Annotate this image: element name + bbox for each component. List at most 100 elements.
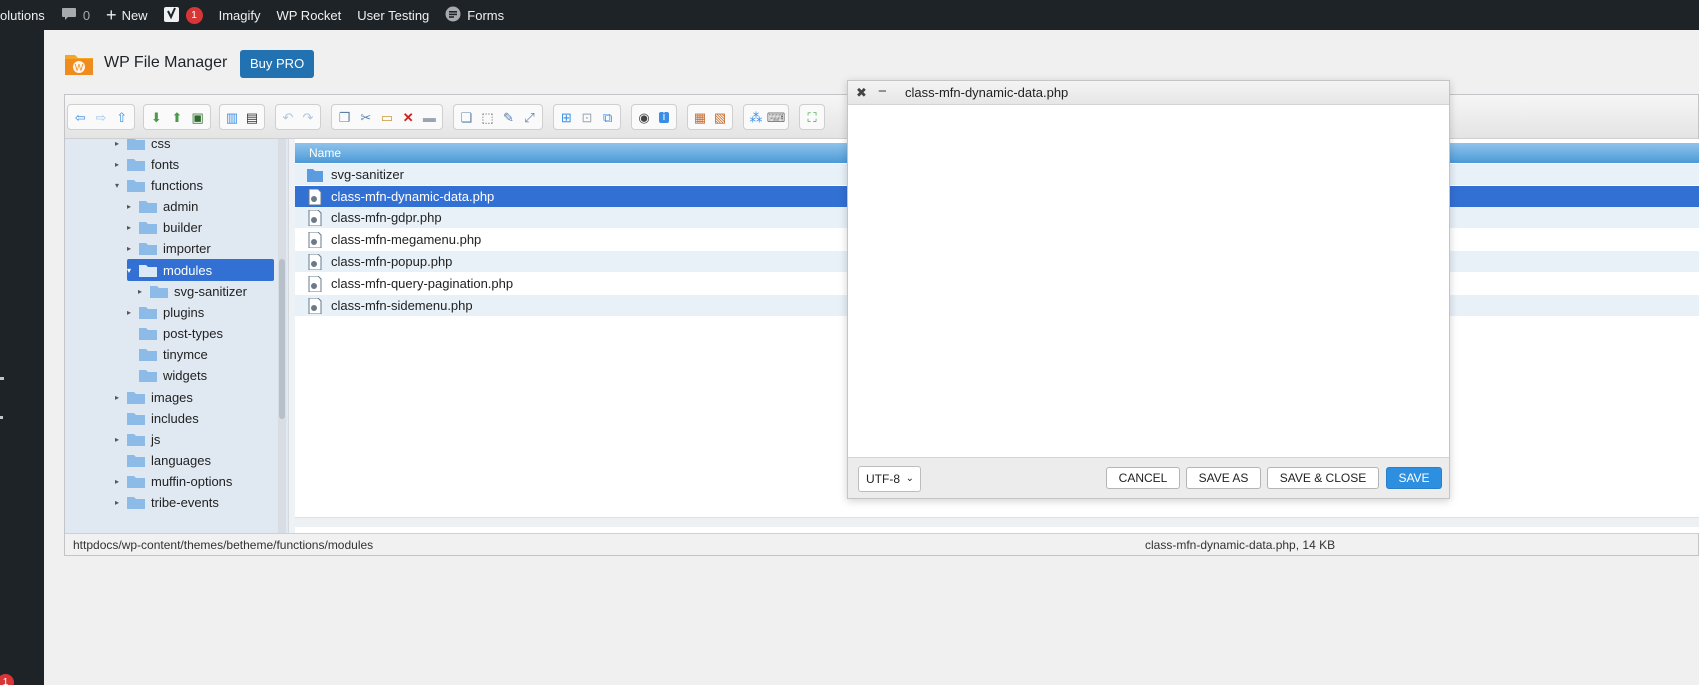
undo-icon[interactable]: ↶ [278, 106, 298, 128]
resize-icon[interactable]: ⤢ [519, 106, 540, 128]
duplicate-icon[interactable]: ❏ [456, 106, 477, 128]
redo-icon[interactable]: ↷ [298, 106, 318, 128]
tree-item[interactable]: ▾ functions [115, 174, 203, 196]
tree-item[interactable]: ▸ muffin-options [115, 470, 232, 492]
help-icon[interactable]: ⌨ [766, 106, 786, 128]
toolbar-file-group: ⬇ ⬆ ▣ [143, 104, 211, 130]
cancel-button[interactable]: CANCEL [1106, 467, 1180, 489]
encoding-select[interactable]: UTF-8 ⌄ [858, 466, 921, 492]
comments-link[interactable]: 0 [53, 0, 98, 30]
buy-pro-button[interactable]: Buy PRO [240, 50, 315, 78]
tiles-icon[interactable]: ⧉ [597, 106, 618, 128]
code-editor[interactable] [848, 105, 1449, 457]
horizontal-scrollbar[interactable] [295, 517, 1699, 527]
forward-icon[interactable]: ⇨ [91, 106, 112, 128]
fullscreen-icon[interactable]: ⛶ [802, 106, 822, 128]
tree-item[interactable]: post-types [127, 322, 223, 344]
small-grid-icon[interactable]: ⊡ [577, 106, 598, 128]
tree-item[interactable]: ▸ plugins [127, 301, 204, 323]
grid-view-icon[interactable]: ⊞ [556, 106, 577, 128]
comment-icon [61, 7, 77, 24]
download-icon[interactable]: ⬇ [146, 106, 167, 128]
info-icon[interactable]: i [654, 106, 674, 128]
select-icon[interactable]: ⬚ [477, 106, 498, 128]
minimize-icon[interactable]: − [878, 83, 887, 100]
tree-scrollbar-thumb[interactable] [279, 259, 285, 419]
folder-icon [127, 413, 145, 425]
empty-icon[interactable]: ▬ [419, 106, 440, 128]
toolbar-nav-group: ⇦ ⇨ ⇧ [67, 104, 135, 130]
tree-item[interactable]: ▸ js [115, 428, 160, 450]
extract-icon[interactable]: ▧ [710, 106, 730, 128]
save-file-icon[interactable]: ▣ [187, 106, 208, 128]
cut-icon[interactable]: ✂ [355, 106, 376, 128]
folder-icon [127, 180, 145, 192]
tree-scrollbar[interactable] [278, 139, 286, 533]
save-and-close-button[interactable]: SAVE & CLOSE [1267, 467, 1379, 489]
upload-icon[interactable]: ⬆ [167, 106, 188, 128]
folder-icon [139, 307, 157, 319]
tree-item[interactable]: ▸ fonts [115, 153, 179, 175]
tree-item[interactable]: includes [115, 407, 199, 429]
current-path: httpdocs/wp-content/themes/betheme/funct… [73, 538, 374, 552]
file-name: class-mfn-dynamic-data.php [331, 189, 495, 204]
folder-icon [127, 139, 145, 150]
menu-fragment [0, 377, 4, 380]
status-bar: httpdocs/wp-content/themes/betheme/funct… [65, 533, 1698, 555]
folder-icon [139, 349, 157, 361]
toolbar-tools-group: ❏ ⬚ ✎ ⤢ [453, 104, 543, 130]
admin-menu: 1 [0, 30, 44, 685]
save-as-button[interactable]: SAVE AS [1186, 467, 1261, 489]
up-icon[interactable]: ⇧ [111, 106, 132, 128]
toolbar-archive-group: ▦ ▧ [687, 104, 733, 130]
tree-item[interactable]: ▸ images [115, 386, 193, 408]
preview-eye-icon[interactable]: ◉ [634, 106, 654, 128]
folder-tree: ▸ css ▸ fonts ▾ functions ▸ admin ▸ builder ▸… [65, 139, 288, 533]
selected-file-info: class-mfn-dynamic-data.php, 14 KB [1145, 538, 1336, 552]
paste-icon[interactable]: ▭ [376, 106, 397, 128]
delete-icon[interactable]: ✕ [398, 106, 419, 128]
yoast-badge: 1 [185, 6, 203, 24]
folder-icon [127, 455, 145, 467]
tree-item[interactable]: ▸ svg-sanitizer [138, 280, 247, 302]
php-file-icon [308, 188, 322, 205]
comments-count: 0 [82, 7, 91, 23]
floppy-icon[interactable]: ▤ [242, 106, 262, 128]
toolbar-view-group: ⊞ ⊡ ⧉ [553, 104, 621, 130]
icons-view-icon[interactable]: ⁂ [746, 106, 766, 128]
admin-bar-item-wp-rocket[interactable]: WP Rocket [268, 0, 349, 30]
back-icon[interactable]: ⇦ [70, 106, 91, 128]
tree-item[interactable]: ▸ tribe-events [115, 491, 219, 513]
tree-item[interactable]: languages [115, 449, 211, 471]
site-name-link[interactable]: olutions [0, 0, 53, 30]
php-file-icon [308, 253, 322, 270]
tree-item[interactable]: tinymce [127, 343, 208, 365]
yoast-link[interactable]: 1 [156, 0, 211, 30]
tree-item[interactable]: ▸ importer [127, 237, 211, 259]
new-content-link[interactable]: + New [98, 0, 156, 30]
toolbar-misc-group: ⁂ ⌨ [743, 104, 789, 130]
copy-icon[interactable]: ❐ [334, 106, 355, 128]
admin-bar-item-imagify[interactable]: Imagify [211, 0, 269, 30]
edit-file-dialog: ✖ − class-mfn-dynamic-data.php UTF-8 ⌄ C… [847, 80, 1450, 499]
close-icon[interactable]: ✖ [856, 85, 867, 101]
edit-icon[interactable]: ✎ [498, 106, 519, 128]
folder-icon [127, 497, 145, 509]
dialog-titlebar[interactable]: ✖ − class-mfn-dynamic-data.php [848, 81, 1449, 105]
tree-item[interactable]: ▸ css [115, 139, 171, 154]
admin-bar-item-forms[interactable]: Forms [437, 0, 512, 30]
php-file-icon [308, 209, 322, 226]
menu-fragment [0, 416, 3, 419]
pane-splitter[interactable] [288, 139, 295, 533]
save-button[interactable]: SAVE [1386, 467, 1442, 489]
archive-icon[interactable]: ▦ [690, 106, 710, 128]
tree-item[interactable]: ▸ builder [127, 216, 202, 238]
yoast-icon [163, 5, 180, 26]
tree-item[interactable]: ▸ admin [127, 195, 198, 217]
open-icon[interactable]: ▥ [222, 106, 242, 128]
admin-bar-item-user-testing[interactable]: User Testing [349, 0, 437, 30]
tree-item[interactable]: widgets [127, 364, 207, 386]
toolbar-full-group: ⛶ [799, 104, 825, 130]
admin-bar: olutions 0 + New 1 Imagify WP Rocket Use… [0, 0, 1699, 30]
tree-item-selected[interactable]: ▾ modules [127, 259, 274, 281]
